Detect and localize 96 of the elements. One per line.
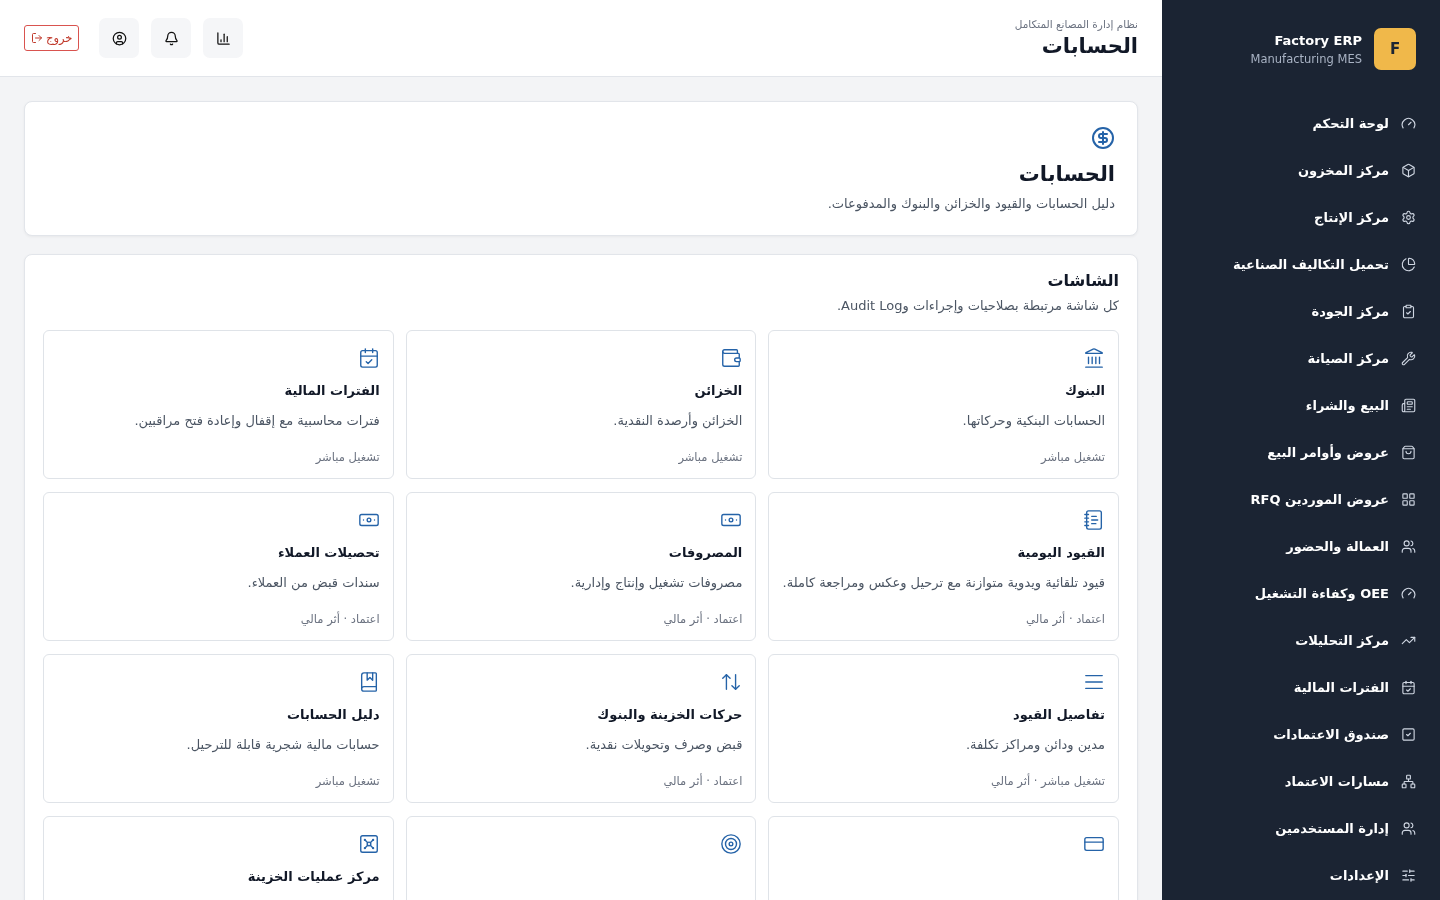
card-description: مصروفات تشغيل وإنتاج وإدارية. xyxy=(570,574,743,593)
safe-icon xyxy=(357,833,380,855)
card-title: المصروفات xyxy=(668,545,743,560)
card-description: فترات محاسبية مع إقفال وإعادة فتح مراقبين. xyxy=(134,412,380,431)
sidebar-item[interactable]: مركز الجودة xyxy=(1186,288,1416,335)
card-description: مدين ودائن ومراكز تكلفة. xyxy=(965,736,1105,755)
sidebar-item[interactable]: لوحة التحكم xyxy=(1186,100,1416,147)
card-title: تحصيلات العملاء xyxy=(277,545,380,560)
sidebar-item[interactable]: مركز الإنتاج xyxy=(1186,194,1416,241)
notebook-icon xyxy=(1083,509,1105,531)
screen-card[interactable]: تحصيلات العملاء سندات قبض من العملاء. اعتماد · أثر مالي xyxy=(43,492,394,641)
sidebar-item[interactable]: الفترات المالية xyxy=(1186,664,1416,711)
card-meta: اعتماد · أثر مالي xyxy=(1026,612,1105,626)
clipboard-check-icon xyxy=(1401,304,1416,319)
card-title: مركز عمليات الخزينة xyxy=(247,869,380,884)
target-icon xyxy=(720,833,743,855)
card-description: الخزائن وأرصدة النقدية. xyxy=(613,411,743,431)
card-meta: اعتماد · أثر مالي xyxy=(663,612,743,626)
screen-card[interactable]: الخزائن الخزائن وأرصدة النقدية. تشغيل مباشر xyxy=(405,330,757,479)
profile-button[interactable] xyxy=(99,18,140,58)
card-title: الخزائن xyxy=(694,383,743,398)
checkbox-icon xyxy=(1401,727,1416,742)
sidebar-item[interactable]: البيع والشراء xyxy=(1186,382,1416,429)
logo: F xyxy=(1374,28,1416,70)
card-description: قيود تلقائية ويدوية متوازنة مع ترحيل وعكس ومراجعة كاملة. xyxy=(782,574,1105,593)
sidebar-item[interactable]: عروض الموردين RFQ xyxy=(1186,476,1416,523)
card-description: قبض وصرف وتحويلات نقدية. xyxy=(585,736,743,755)
sliders-icon xyxy=(1401,868,1416,883)
screen-card[interactable]: القيود اليومية قيود تلقائية ويدوية متوازنة مع ترحيل وعكس ومراجعة كاملة. اعتماد · أثر مالي xyxy=(768,492,1119,641)
user-icon xyxy=(111,30,127,46)
brand-title: Factory ERP xyxy=(1274,32,1362,48)
section-title: الشاشات xyxy=(1047,271,1119,290)
bell-icon xyxy=(163,30,179,46)
box-icon xyxy=(1401,163,1416,178)
card-title: القيود اليومية xyxy=(1017,545,1105,560)
pie-chart-icon xyxy=(1401,257,1416,272)
brand-subtitle: Manufacturing MES xyxy=(1250,51,1362,66)
money-icon xyxy=(1091,126,1115,150)
sidebar-item[interactable]: مركز المخزون xyxy=(1186,147,1416,194)
bank-icon xyxy=(1083,347,1105,369)
screen-card[interactable]: المصروفات مصروفات تشغيل وإنتاج وإدارية. اعتماد · أثر مالي xyxy=(405,492,757,641)
screen-card[interactable]: مركز عمليات الخزينة xyxy=(43,816,394,900)
gauge-icon xyxy=(1401,116,1416,131)
sidebar-item[interactable]: الإعدادات xyxy=(1186,852,1416,899)
screen-card[interactable]: دليل الحسابات حسابات مالية شجرية قابلة للترحيل. تشغيل مباشر xyxy=(43,654,394,803)
hero-title: الحسابات xyxy=(1018,162,1115,186)
screen-card[interactable]: الفترات المالية فترات محاسبية مع إقفال وإعادة فتح مراقبين. تشغيل مباشر xyxy=(43,330,394,479)
card-meta: تشغيل مباشر xyxy=(315,774,380,788)
screen-card[interactable]: حركات الخزينة والبنوك قبض وصرف وتحويلات نقدية. اعتماد · أثر مالي xyxy=(405,654,757,803)
sidebar-item[interactable]: مركز الصيانة xyxy=(1186,335,1416,382)
screen-card[interactable]: تفاصيل القيود مدين ودائن ومراكز تكلفة. تشغيل مباشر · أثر مالي xyxy=(768,654,1119,803)
card-meta: تشغيل مباشر xyxy=(315,450,380,464)
card-description: سندات قبض من العملاء. xyxy=(247,574,380,593)
card-title: دليل الحسابات xyxy=(287,707,380,722)
sidebar-item[interactable]: إدارة المستخدمين xyxy=(1186,805,1416,852)
app-subtitle: نظام إدارة المصانع المتكامل xyxy=(1014,18,1138,30)
card-meta: تشغيل مباشر xyxy=(1041,450,1105,464)
stats-button[interactable] xyxy=(203,18,244,58)
notifications-button[interactable] xyxy=(151,18,192,58)
sidebar-item[interactable]: OEE وكفاءة التشغيل xyxy=(1186,570,1416,617)
sidebar-item[interactable]: مركز التحليلات xyxy=(1186,617,1416,664)
users-icon xyxy=(1401,821,1416,836)
section-description: كل شاشة مرتبطة بصلاحيات وإجراءات وAudit Log. xyxy=(836,298,1119,313)
calendar-check-icon xyxy=(1401,680,1416,695)
calendar-check-icon xyxy=(357,347,380,369)
card-description: الحسابات البنكية وحركاتها. xyxy=(962,412,1105,431)
bar-chart-icon xyxy=(215,30,231,46)
sidebar-item[interactable]: عروض وأوامر البيع xyxy=(1186,429,1416,476)
card-meta: تشغيل مباشر · أثر مالي xyxy=(990,774,1105,788)
sidebar-item[interactable]: مسارات الاعتماد xyxy=(1186,758,1416,805)
screen-card[interactable]: البنوك الحسابات البنكية وحركاتها. تشغيل مباشر xyxy=(768,330,1119,479)
wrench-icon xyxy=(1401,351,1416,366)
users-icon xyxy=(1401,539,1416,554)
sidebar-item[interactable]: صندوق الاعتمادات xyxy=(1186,711,1416,758)
wallet-icon xyxy=(720,347,743,369)
card-title: تفاصيل القيود xyxy=(1013,707,1105,722)
arrows-icon xyxy=(720,671,743,693)
logout-icon xyxy=(31,32,43,44)
hero-description: دليل الحسابات والقيود والخزائن والبنوك والمدفوعات. xyxy=(827,196,1115,211)
card-title: حركات الخزينة والبنوك xyxy=(597,707,743,722)
gear-icon xyxy=(1401,210,1416,225)
document-icon xyxy=(1401,398,1416,413)
hierarchy-icon xyxy=(1401,774,1416,789)
bag-icon xyxy=(1401,445,1416,460)
card-description: حسابات مالية شجرية قابلة للترحيل. xyxy=(186,736,380,755)
gauge-icon xyxy=(1401,586,1416,601)
card-title: البنوك xyxy=(1065,383,1105,398)
logout-button[interactable]: خروج xyxy=(24,25,80,51)
card-title: الفترات المالية xyxy=(284,383,380,398)
page-title: الحسابات xyxy=(1040,34,1138,58)
sidebar-item[interactable]: تحميل التكاليف الصناعية xyxy=(1186,241,1416,288)
sidebar-item[interactable]: العمالة والحضور xyxy=(1186,523,1416,570)
card-meta: تشغيل مباشر xyxy=(678,450,743,464)
card-meta: اعتماد · أثر مالي xyxy=(300,612,380,626)
card-meta: اعتماد · أثر مالي xyxy=(663,774,743,788)
grid-icon xyxy=(1401,492,1416,507)
